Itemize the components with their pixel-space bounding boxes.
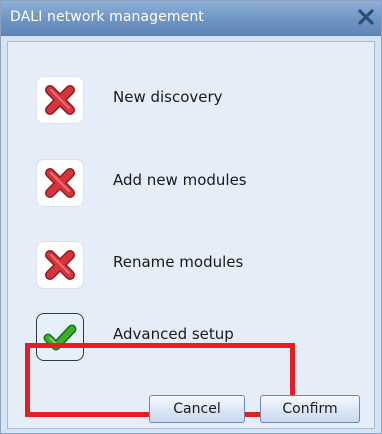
option-add-new-modules[interactable]: Add new modules bbox=[32, 155, 332, 215]
option-label: New discovery bbox=[113, 88, 223, 106]
status-icon-box bbox=[36, 159, 84, 207]
status-icon-box bbox=[36, 241, 84, 289]
close-icon bbox=[358, 9, 374, 25]
option-label: Add new modules bbox=[113, 171, 247, 189]
cancel-button[interactable]: Cancel bbox=[149, 395, 245, 423]
red-x-icon bbox=[45, 250, 75, 280]
option-rename-modules[interactable]: Rename modules bbox=[32, 237, 332, 297]
red-x-icon bbox=[45, 168, 75, 198]
status-icon-box bbox=[36, 76, 84, 124]
red-x-icon bbox=[45, 85, 75, 115]
option-label: Rename modules bbox=[113, 253, 244, 271]
option-new-discovery[interactable]: New discovery bbox=[32, 72, 332, 132]
dialog-window: DALI network management New discovery Ad… bbox=[0, 0, 382, 434]
window-title: DALI network management bbox=[10, 9, 204, 25]
close-button[interactable] bbox=[353, 4, 379, 30]
dialog-body: New discovery Add new modules Rename mod… bbox=[7, 41, 375, 429]
title-bar[interactable]: DALI network management bbox=[1, 1, 381, 36]
confirm-button[interactable]: Confirm bbox=[260, 395, 360, 423]
option-label: Advanced setup bbox=[113, 325, 234, 343]
